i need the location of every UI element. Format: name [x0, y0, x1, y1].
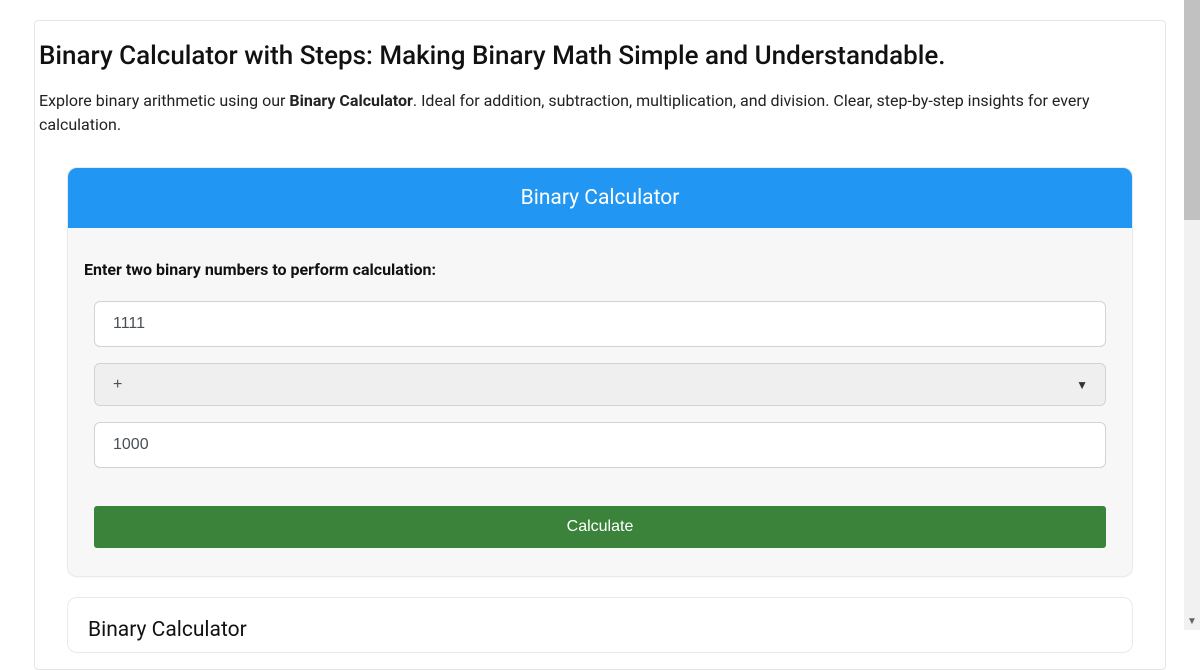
binary-input-1[interactable]: [94, 301, 1106, 347]
calculate-button[interactable]: Calculate: [94, 506, 1106, 548]
scrollbar-thumb[interactable]: [1184, 0, 1200, 220]
binary-input-2[interactable]: [94, 422, 1106, 468]
page-subtitle: Explore binary arithmetic using our Bina…: [35, 85, 1165, 157]
operator-group: + ▼: [84, 363, 1116, 422]
subtitle-bold: Binary Calculator: [289, 91, 412, 110]
main-content-card: Binary Calculator with Steps: Making Bin…: [34, 20, 1166, 670]
subtitle-prefix: Explore binary arithmetic using our: [39, 91, 289, 110]
scrollbar-track[interactable]: ▲ ▼: [1184, 0, 1200, 630]
input2-group: [84, 422, 1116, 484]
input1-group: [84, 301, 1116, 363]
result-card: Binary Calculator: [67, 597, 1133, 653]
result-title: Binary Calculator: [88, 618, 1112, 642]
calculator-card: Binary Calculator Enter two binary numbe…: [67, 167, 1133, 577]
scroll-down-icon[interactable]: ▼: [1184, 614, 1200, 630]
calculator-header: Binary Calculator: [68, 168, 1132, 228]
calculator-body: Enter two binary numbers to perform calc…: [68, 228, 1132, 576]
operator-select[interactable]: +: [94, 363, 1106, 406]
calculator-instruction: Enter two binary numbers to perform calc…: [84, 246, 1116, 301]
page-title: Binary Calculator with Steps: Making Bin…: [35, 37, 1165, 85]
